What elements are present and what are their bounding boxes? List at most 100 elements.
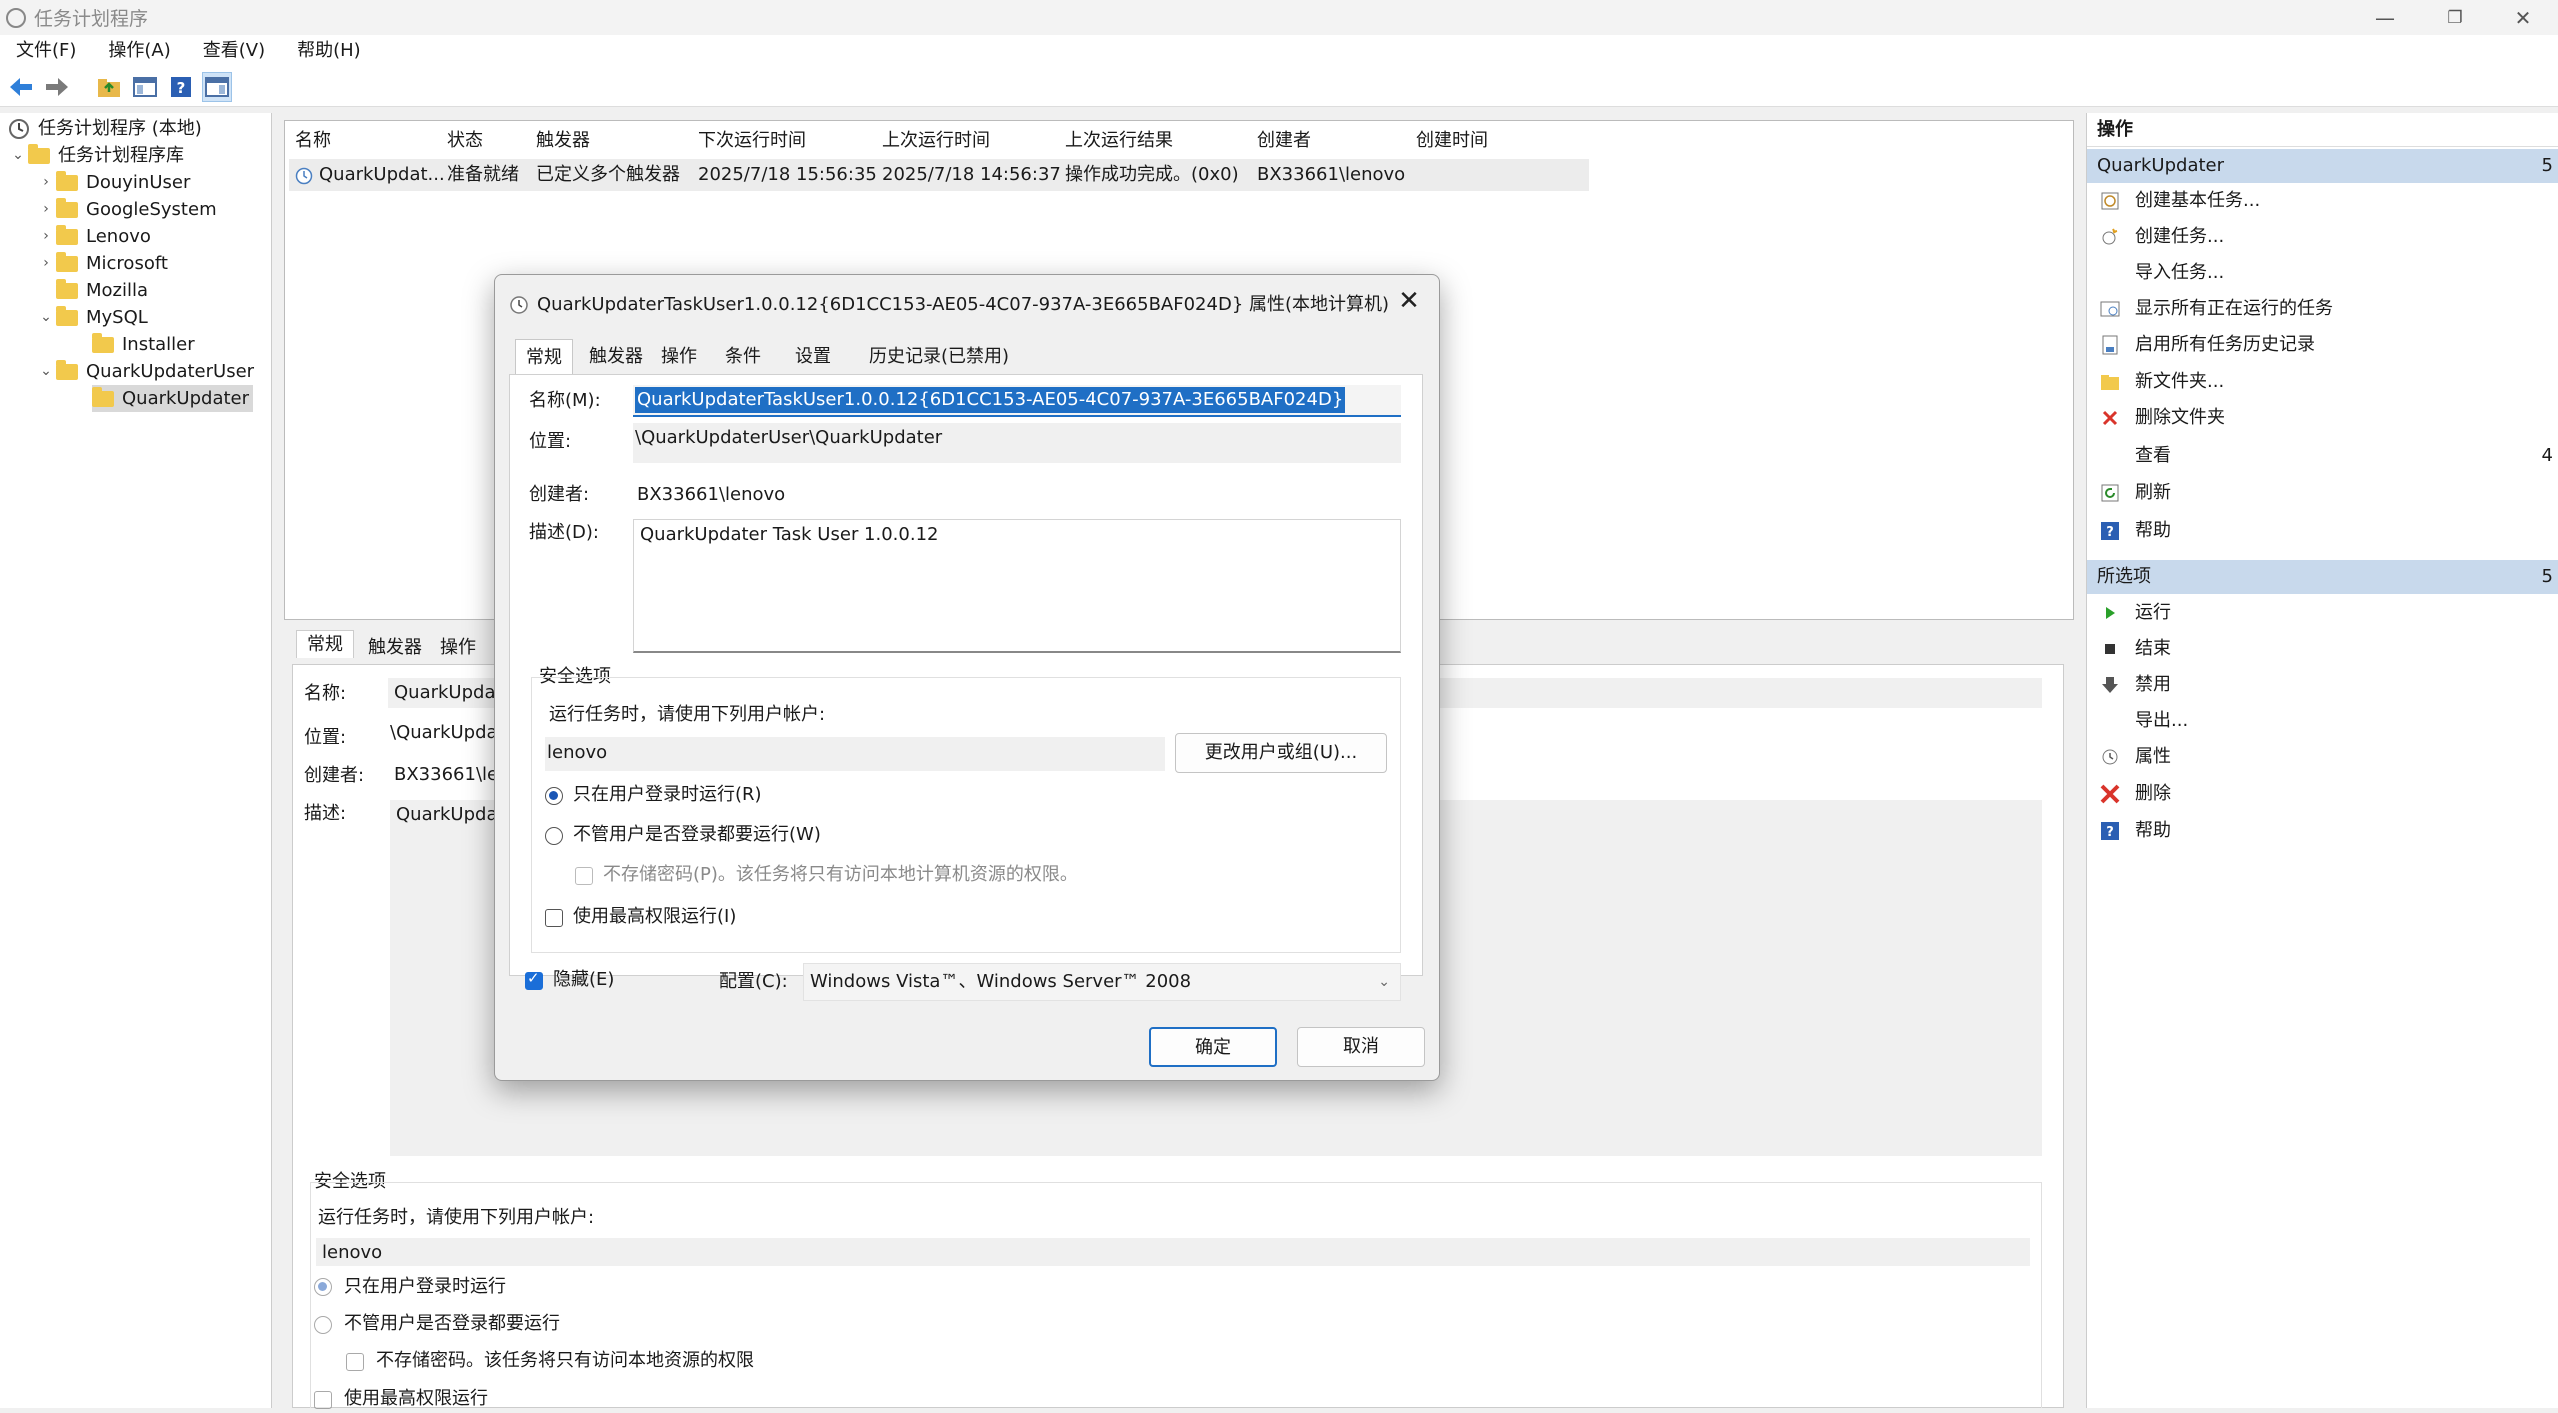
action-create-task[interactable]: 创建任务... <box>2087 220 2558 254</box>
detail-tab-triggers[interactable]: 触发器 <box>368 634 422 662</box>
detail-radio-logged-on-label: 只在用户登录时运行 <box>344 1276 506 1297</box>
action-create-basic-task[interactable]: 创建基本任务... <box>2087 184 2558 218</box>
tree-item-lenovo[interactable]: › Lenovo <box>36 223 151 250</box>
action-end[interactable]: 结束 <box>2087 632 2558 666</box>
action-enable-history[interactable]: 启用所有任务历史记录 <box>2087 328 2558 362</box>
tree-item-googlesystem[interactable]: › GoogleSystem <box>36 196 217 223</box>
config-select[interactable]: Windows Vista™、Windows Server™ 2008 ⌄ <box>803 963 1401 1001</box>
radio-run-whether-logged-on[interactable] <box>545 827 563 845</box>
action-label: 刷新 <box>2135 482 2171 503</box>
section-title: QuarkUpdater <box>2097 155 2225 176</box>
tree-root-label: 任务计划程序 (本地) <box>38 118 202 139</box>
ok-button[interactable]: 确定 <box>1149 1027 1277 1067</box>
action-disable[interactable]: 禁用 <box>2087 668 2558 702</box>
column-header-triggers[interactable]: 触发器 <box>536 127 590 155</box>
chevron-down-icon[interactable]: ⌄ <box>8 142 28 169</box>
menu-file[interactable]: 文件(F) <box>0 35 92 67</box>
actions-section-quarkupdater[interactable]: QuarkUpdater 5 <box>2087 149 2558 183</box>
tree-library[interactable]: ⌄ 任务计划程序库 <box>8 142 184 169</box>
dialog-name-input[interactable]: QuarkUpdaterTaskUser1.0.0.12{6D1CC153-AE… <box>633 385 1401 417</box>
menu-view[interactable]: 查看(V) <box>187 35 281 67</box>
tab-conditions[interactable]: 条件 <box>715 339 771 375</box>
menu-help[interactable]: 帮助(H) <box>281 35 377 67</box>
tree-item-quarkupdater[interactable]: QuarkUpdater <box>92 385 254 412</box>
show-hide-action-pane-icon[interactable] <box>202 71 232 102</box>
action-import-task[interactable]: 导入任务... <box>2087 256 2558 290</box>
action-new-folder[interactable]: 新文件夹... <box>2087 365 2558 399</box>
tree-item-installer[interactable]: Installer <box>92 331 195 358</box>
dialog-desc-textarea[interactable]: QuarkUpdater Task User 1.0.0.12 <box>633 519 1401 653</box>
actions-section-selected[interactable]: 所选项 5 <box>2087 560 2558 594</box>
run-as-label: 运行任务时，请使用下列用户帐户: <box>549 704 826 725</box>
tab-general[interactable]: 常规 <box>515 339 573 375</box>
detail-tab-general[interactable]: 常规 <box>296 630 354 658</box>
close-button[interactable]: ✕ <box>2488 0 2558 35</box>
cancel-button[interactable]: 取消 <box>1297 1027 1425 1067</box>
chevron-down-icon[interactable]: ⌄ <box>36 304 56 331</box>
action-refresh[interactable]: 刷新 <box>2087 476 2558 510</box>
up-folder-icon[interactable] <box>94 72 124 102</box>
action-label: 结束 <box>2135 638 2171 659</box>
svg-text:?: ? <box>2106 525 2114 540</box>
show-hide-tree-icon[interactable] <box>130 72 160 102</box>
chevron-right-icon[interactable]: › <box>36 169 56 196</box>
menu-action[interactable]: 操作(A) <box>92 35 186 67</box>
action-delete[interactable]: 删除 <box>2087 777 2558 811</box>
action-help[interactable]: ? 帮助 <box>2087 514 2558 548</box>
chevron-right-icon[interactable]: › <box>36 223 56 250</box>
change-user-button[interactable]: 更改用户或组(U)... <box>1175 733 1387 773</box>
action-run[interactable]: 运行 <box>2087 596 2558 630</box>
task-properties-dialog: QuarkUpdaterTaskUser1.0.0.12{6D1CC153-AE… <box>494 274 1440 1081</box>
chevron-right-icon[interactable]: › <box>36 250 56 277</box>
action-delete-folder[interactable]: 删除文件夹 <box>2087 401 2558 435</box>
column-header-author[interactable]: 创建者 <box>1257 127 1311 155</box>
forward-arrow-icon[interactable] <box>42 72 72 102</box>
column-header-next-run[interactable]: 下次运行时间 <box>698 127 806 155</box>
action-export[interactable]: 导出... <box>2087 704 2558 738</box>
tree-item-label: Mozilla <box>86 280 149 301</box>
chevron-down-icon[interactable]: ⌄ <box>36 358 56 385</box>
action-show-running-tasks[interactable]: 显示所有正在运行的任务 <box>2087 292 2558 326</box>
detail-tab-actions[interactable]: 操作 <box>440 634 476 662</box>
column-header-last-run[interactable]: 上次运行时间 <box>882 127 990 155</box>
action-help-selected[interactable]: ? 帮助 <box>2087 814 2558 848</box>
detail-no-store-password-checkbox <box>346 1353 364 1371</box>
hidden-checkbox[interactable] <box>525 969 543 990</box>
actions-header: 操作 <box>2087 113 2558 147</box>
tree-root[interactable]: 任务计划程序 (本地) <box>8 115 202 142</box>
dialog-title-bar: QuarkUpdaterTaskUser1.0.0.12{6D1CC153-AE… <box>509 285 1389 325</box>
column-header-status[interactable]: 状态 <box>447 127 483 155</box>
tree-item-quarkupdateruser[interactable]: ⌄ QuarkUpdaterUser <box>36 358 254 385</box>
tab-actions[interactable]: 操作 <box>651 339 707 375</box>
dialog-close-button[interactable]: ✕ <box>1389 281 1429 321</box>
maximize-button[interactable]: ❐ <box>2420 0 2490 35</box>
tab-triggers[interactable]: 触发器 <box>579 339 653 375</box>
tab-settings[interactable]: 设置 <box>785 339 841 375</box>
help-icon[interactable]: ? <box>166 72 196 102</box>
minimize-button[interactable]: — <box>2350 0 2420 35</box>
column-header-last-result[interactable]: 上次运行结果 <box>1065 127 1173 155</box>
back-arrow-icon[interactable] <box>6 72 36 102</box>
folder-icon <box>56 251 78 272</box>
highest-privileges-checkbox[interactable] <box>545 909 563 927</box>
tree-item-douyinuser[interactable]: › DouyinUser <box>36 169 190 196</box>
detail-highest-privileges-label: 使用最高权限运行 <box>344 1388 488 1409</box>
tree-item-microsoft[interactable]: › Microsoft <box>36 250 168 277</box>
action-view[interactable]: 查看 4 <box>2087 439 2558 473</box>
tree-item-mysql[interactable]: ⌄ MySQL <box>36 304 148 331</box>
action-label: 属性 <box>2135 746 2171 767</box>
column-header-created[interactable]: 创建时间 <box>1416 127 1488 155</box>
tree-item-label: MySQL <box>86 307 148 328</box>
detail-author-label: 创建者: <box>304 765 365 786</box>
new-folder-icon <box>2099 371 2121 393</box>
tab-history[interactable]: 历史记录(已禁用) <box>859 339 1019 375</box>
action-label: 删除文件夹 <box>2135 407 2225 428</box>
action-label: 运行 <box>2135 602 2171 623</box>
svg-text:?: ? <box>2106 825 2114 840</box>
tree-item-mozilla[interactable]: Mozilla <box>36 277 148 304</box>
column-header-name[interactable]: 名称 <box>295 127 331 155</box>
action-properties[interactable]: 属性 <box>2087 740 2558 774</box>
delete-icon <box>2099 407 2121 429</box>
radio-run-only-logged-on[interactable] <box>545 787 563 805</box>
chevron-right-icon[interactable]: › <box>36 196 56 223</box>
